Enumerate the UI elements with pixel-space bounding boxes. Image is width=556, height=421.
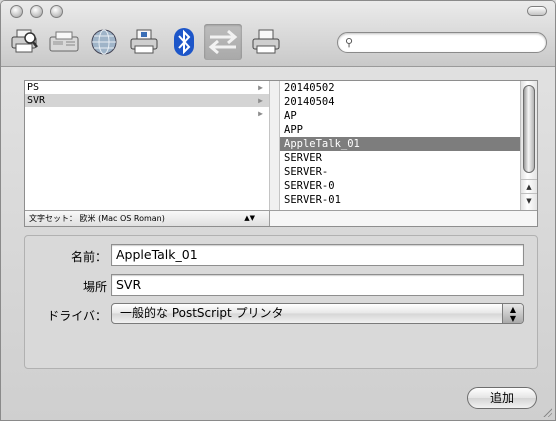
windows-printer-icon[interactable] xyxy=(129,27,159,57)
appletalk-icon[interactable] xyxy=(204,24,242,60)
driver-popup[interactable]: 一般的な PostScript プリンタ ▲ ▼ xyxy=(111,303,524,324)
printer-column: 20140502 20140504 AP APP AppleTalk_01 SERVER S… xyxy=(280,81,521,210)
printer-list-item[interactable]: 20140504 xyxy=(280,95,521,109)
printer-list-item[interactable]: 20140502 xyxy=(280,81,521,95)
toolbar-toggle-button[interactable] xyxy=(527,6,547,16)
more-printers-icon[interactable] xyxy=(251,27,281,57)
printer-list-item[interactable]: APP xyxy=(280,123,521,137)
scroll-thumb[interactable] xyxy=(523,85,535,173)
zone-label: PS xyxy=(27,82,40,93)
search-field[interactable]: ⚲ xyxy=(337,32,547,53)
printer-list-item[interactable]: SERVER-0 xyxy=(280,179,521,193)
search-icon: ⚲ xyxy=(345,36,354,49)
printer-list-item[interactable]: AP xyxy=(280,109,521,123)
ip-printer-icon[interactable] xyxy=(89,27,119,57)
column-divider[interactable] xyxy=(270,81,280,210)
search-input[interactable] xyxy=(360,35,540,50)
location-field[interactable]: SVR xyxy=(111,274,524,296)
printer-list-item[interactable]: SERVER-01 xyxy=(280,193,521,207)
encoding-bar-filler xyxy=(270,210,537,226)
printer-list-item[interactable]: SERVER xyxy=(280,151,521,165)
location-label: 場所 xyxy=(82,280,107,294)
zoom-button[interactable] xyxy=(50,5,63,18)
fax-icon[interactable] xyxy=(49,27,79,57)
zone-list-item[interactable]: SVR ▶ xyxy=(25,94,269,107)
toolbar: ⚲ xyxy=(1,1,555,67)
zone-list-item[interactable]: ▶ xyxy=(25,107,269,120)
scroll-down-icon[interactable]: ▼ xyxy=(521,193,537,207)
default-browser-icon[interactable] xyxy=(10,27,40,57)
printer-column-browser: PS ▶ SVR ▶ ▶ 20140502 20140504 AP APP AppleTalk_… xyxy=(24,80,538,227)
bluetooth-icon[interactable] xyxy=(169,27,199,57)
disclosure-arrow-icon: ▶ xyxy=(258,109,263,118)
zone-column: PS ▶ SVR ▶ ▶ xyxy=(25,81,270,210)
character-set-label: 文字セット： 欧米 (Mac OS Roman) xyxy=(29,214,165,223)
printer-list-scrollbar[interactable]: ▲ ▼ xyxy=(520,81,537,210)
zone-list-item[interactable]: PS ▶ xyxy=(25,81,269,94)
printer-browser-window: ⚲ PS ▶ SVR ▶ ▶ 20140502 20140504 AP APP AppleTal… xyxy=(0,0,556,421)
driver-label: ドライバ： xyxy=(47,309,107,323)
updown-arrows-icon: ▲▼ xyxy=(244,214,255,222)
printer-list-item[interactable]: AppleTalk_01 xyxy=(280,137,521,151)
disclosure-arrow-icon: ▶ xyxy=(258,83,263,92)
zone-label: SVR xyxy=(27,95,46,106)
resize-grip-icon[interactable] xyxy=(542,407,552,417)
chevron-updown-icon: ▲ ▼ xyxy=(502,304,523,323)
printer-list-item[interactable]: SERVER- xyxy=(280,165,521,179)
printer-details-panel: 名前： AppleTalk_01 場所 SVR ドライバ： 一般的な PostS… xyxy=(24,235,538,369)
driver-value: 一般的な PostScript プリンタ xyxy=(120,306,284,320)
disclosure-arrow-icon: ▶ xyxy=(258,96,263,105)
close-button[interactable] xyxy=(10,5,23,18)
name-field[interactable]: AppleTalk_01 xyxy=(111,244,524,266)
name-label: 名前： xyxy=(70,250,107,264)
add-button[interactable]: 追加 xyxy=(467,387,537,409)
scroll-up-icon[interactable]: ▲ xyxy=(521,179,537,193)
character-set-popup[interactable]: 文字セット： 欧米 (Mac OS Roman) ▲▼ xyxy=(25,210,270,226)
minimize-button[interactable] xyxy=(30,5,43,18)
